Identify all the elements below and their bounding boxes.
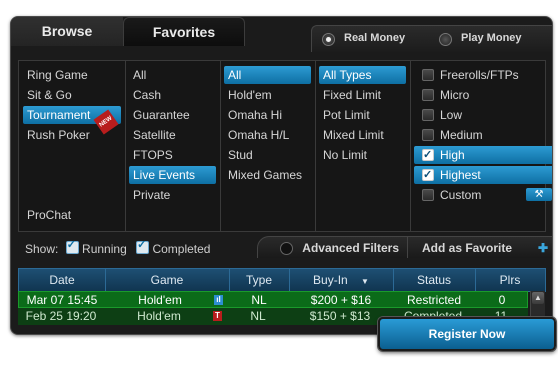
stakes-column: Freerolls/FTPs Micro Low Medium High Hig… (410, 61, 552, 231)
stake-label: Freerolls/FTPs (440, 68, 519, 82)
type-satellite[interactable]: Satellite (129, 126, 216, 144)
star-plus-icon: ✚ (537, 241, 548, 255)
game-omaha-hi[interactable]: Omaha Hi (224, 106, 311, 124)
advanced-filters-button[interactable]: Advanced Filters (257, 236, 407, 258)
category-sit-and-go[interactable]: Sit & Go (23, 86, 121, 104)
row-status: Restricted (406, 293, 462, 307)
game-mixed-games[interactable]: Mixed Games (224, 166, 311, 184)
buyin-header-label: Buy-In (313, 273, 348, 287)
stake-custom[interactable]: Custom ⚒ (414, 186, 552, 204)
stats-icon: ıl (214, 295, 223, 305)
checkbox-checked-icon[interactable] (422, 166, 434, 184)
limit-all-types[interactable]: All Types (319, 66, 406, 84)
table-row[interactable]: Mar 07 15:45 Hold'em ıl NL $200 + $16 Re… (18, 291, 528, 308)
column-header-game[interactable]: Game (105, 269, 230, 291)
stake-label: High (440, 148, 465, 162)
completed-label: Completed (152, 242, 211, 256)
row-type: NL (251, 293, 267, 307)
add-as-favorite-button[interactable]: Add as Favorite ✚ (407, 236, 552, 258)
row-date: Mar 07 15:45 (26, 293, 98, 307)
checkbox-icon[interactable] (422, 109, 434, 121)
tournament-lobby-panel: Browse Favorites Real Money Play Money R… (10, 16, 553, 335)
game-all[interactable]: All (224, 66, 311, 84)
play-money-label: Play Money (461, 32, 522, 44)
stake-freerolls[interactable]: Freerolls/FTPs (414, 66, 552, 84)
stake-label: Custom (440, 188, 482, 202)
game-variant-column: All Hold'em Omaha Hi Omaha H/L Stud Mixe… (220, 61, 316, 231)
tournament-t-icon: T (213, 311, 222, 321)
wrench-icon[interactable]: ⚒ (526, 188, 552, 201)
category-ring-game[interactable]: Ring Game (23, 66, 121, 84)
game-category-column: Ring Game Sit & Go Tournament Rush Poker… (19, 61, 126, 231)
filter-grid: Ring Game Sit & Go Tournament Rush Poker… (18, 60, 552, 232)
completed-checkbox-icon[interactable] (136, 238, 150, 254)
advanced-filters-label: Advanced Filters (302, 241, 399, 255)
checkbox-icon[interactable] (422, 69, 434, 81)
column-header-type[interactable]: Type (229, 269, 290, 291)
stake-label: Micro (440, 88, 470, 102)
tab-favorites[interactable]: Favorites (123, 17, 245, 46)
column-header-status[interactable]: Status (393, 269, 476, 291)
checkbox-icon[interactable] (422, 129, 434, 141)
stake-highest[interactable]: Highest (414, 166, 552, 184)
stake-low[interactable]: Low (414, 106, 552, 124)
show-label: Show: (25, 242, 59, 256)
sort-down-icon: ▼ (361, 277, 369, 286)
limit-type-column: All Types Fixed Limit Pot Limit Mixed Li… (315, 61, 411, 231)
stake-label: Medium (440, 128, 483, 142)
money-type-bar: Real Money Play Money (311, 25, 552, 52)
row-type: NL (250, 309, 266, 323)
type-ftops[interactable]: FTOPS (129, 146, 216, 164)
column-header-buyin[interactable]: Buy-In ▼ (289, 269, 394, 291)
game-holdem[interactable]: Hold'em (224, 86, 311, 104)
type-all[interactable]: All (129, 66, 216, 84)
limit-mixed[interactable]: Mixed Limit (319, 126, 406, 144)
type-guarantee[interactable]: Guarantee (129, 106, 216, 124)
running-checkbox-icon[interactable] (65, 238, 79, 254)
row-game: Hold'em (138, 293, 182, 307)
show-filter-bar: Show: Running Completed (25, 238, 211, 256)
stake-medium[interactable]: Medium (414, 126, 552, 144)
type-cash[interactable]: Cash (129, 86, 216, 104)
checkbox-icon[interactable] (422, 89, 434, 101)
game-omaha-hl[interactable]: Omaha H/L (224, 126, 311, 144)
register-now-button[interactable]: Register Now (378, 317, 556, 351)
stake-high[interactable]: High (414, 146, 552, 164)
row-buyin: $200 + $16 (310, 293, 372, 307)
tournament-type-column: All Cash Guarantee Satellite FTOPS Live … (125, 61, 221, 231)
game-stud[interactable]: Stud (224, 146, 311, 164)
column-header-date[interactable]: Date (19, 269, 106, 291)
tab-browse[interactable]: Browse (11, 17, 123, 46)
play-money-radio-icon[interactable] (439, 33, 452, 46)
row-game: Hold'em (137, 309, 181, 323)
limit-fixed[interactable]: Fixed Limit (319, 86, 406, 104)
column-header-plrs[interactable]: Plrs (475, 269, 545, 291)
type-live-events[interactable]: Live Events (129, 166, 216, 184)
real-money-label: Real Money (344, 32, 406, 44)
real-money-radio-icon[interactable] (322, 33, 335, 46)
stake-label: Highest (440, 168, 481, 182)
stake-label: Low (440, 108, 463, 122)
running-label: Running (82, 242, 127, 256)
category-prochat[interactable]: ProChat (23, 206, 121, 224)
row-plrs: 0 (498, 293, 506, 307)
scroll-up-icon[interactable]: ▲ (532, 292, 544, 304)
toggle-dot-icon (280, 242, 293, 255)
type-private[interactable]: Private (129, 186, 216, 204)
checkbox-icon[interactable] (422, 189, 434, 201)
stake-micro[interactable]: Micro (414, 86, 552, 104)
add-favorite-label: Add as Favorite (422, 241, 513, 255)
checkbox-checked-icon[interactable] (422, 146, 434, 164)
row-buyin: $150 + $13 (309, 309, 371, 323)
limit-no-limit[interactable]: No Limit (319, 146, 406, 164)
row-date: Feb 25 19:20 (25, 309, 97, 323)
table-header: Date Game Type Buy-In ▼ Status Plrs (18, 268, 546, 292)
limit-pot[interactable]: Pot Limit (319, 106, 406, 124)
